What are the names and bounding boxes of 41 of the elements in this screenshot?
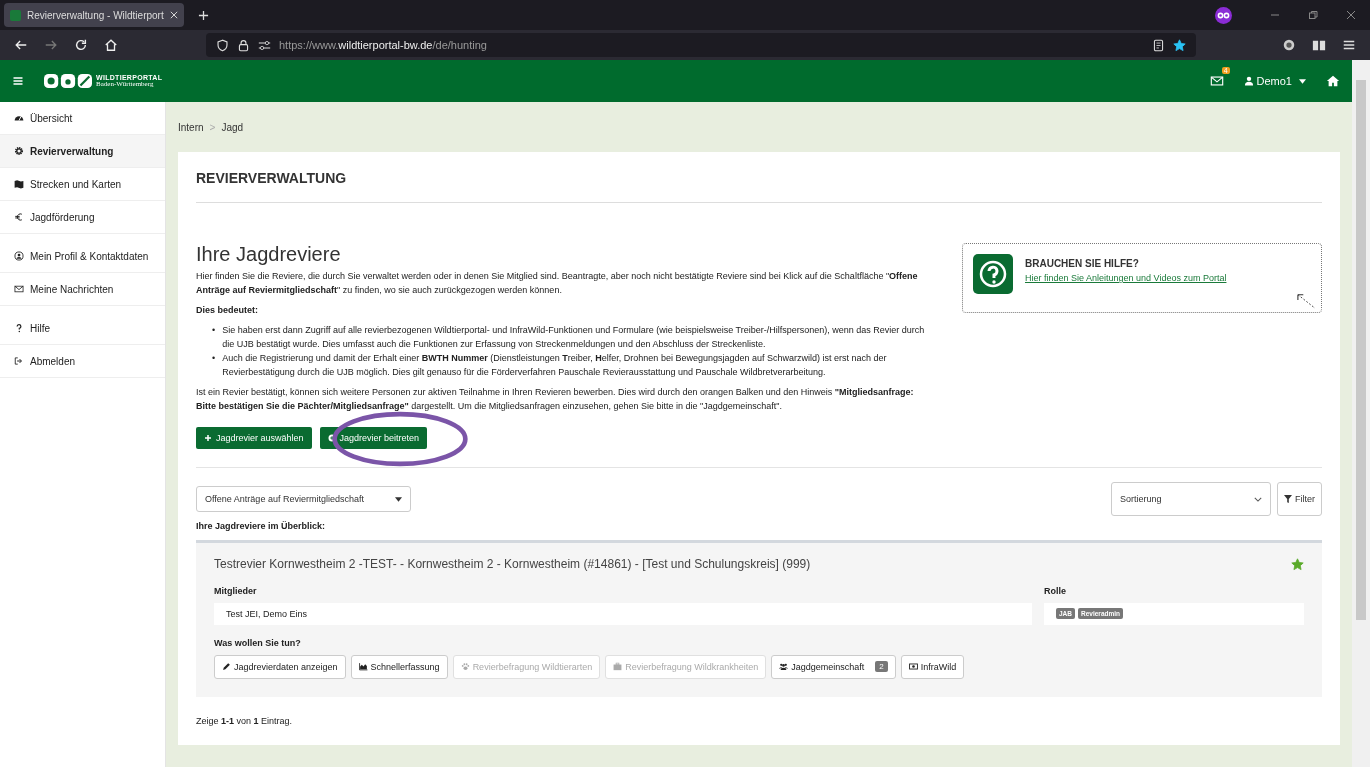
revier-action-button[interactable]: InfraWild xyxy=(900,654,965,679)
bullet-marker: • xyxy=(212,323,216,337)
role-label: Rolle xyxy=(1044,585,1067,599)
sort-select[interactable]: Sortierung xyxy=(1111,482,1271,517)
sidebar-item[interactable]: Mein Profil & Kontaktdaten xyxy=(0,240,165,273)
intro-paragraph: Hier finden Sie die Reviere, die durch Sie verwaltet werden oder in denen Sie Mitglied sind. Beantragte, aber noch nicht bestätigte Reviere sind bei Klick auf die Schaltfläche "Offene Anträge auf Reviermitgliedschaft" zu finden, wo sie auch zurückgezogen werden können. xyxy=(196,270,919,297)
pagination-info: Zeige 1-1 von 1 Eintrag. xyxy=(196,714,294,728)
filter-button[interactable]: Filter xyxy=(1277,482,1322,517)
sidebar-item[interactable]: Strecken und Karten xyxy=(0,168,165,201)
page-title: REVIERVERWALTUNG xyxy=(196,170,1322,203)
section-title: Ihre Jagdreviere xyxy=(196,243,342,266)
note-paragraph: Ist ein Revier bestätigt, können sich weitere Personen zur aktiven Teilnahme in Ihren Revieren bewerben. Dies wird durch den orangen Balken und den Hinweis "Mitgliedsanfrage: Bitte bestätigen Sie die Pächter/Mitgliedsanfrage" dargestellt. Um die Mitgliedsanfragen einzusehen, gehen Sie bitte in die "Jagdgemeinschaft". xyxy=(196,385,915,413)
bullet-marker: • xyxy=(212,351,216,365)
meaning-heading: Dies bedeutet: xyxy=(196,303,259,317)
user-menu-button[interactable]: Demo1 xyxy=(1243,75,1306,87)
count-badge: 2 xyxy=(875,661,888,673)
breadcrumb-item[interactable]: Intern xyxy=(178,121,204,133)
members-label: Mitglieder xyxy=(214,585,258,599)
address-bar[interactable]: https://www.wildtierportal-bw.de/de/hunting xyxy=(206,33,1196,57)
revier-action-button[interactable]: Schnellerfassung xyxy=(350,654,448,679)
revier-title: Testrevier Kornwestheim 2 -TEST- - Kornwestheim 2 - Kornwestheim (#14861) - [Test und Schulungskreis] (999) xyxy=(214,557,811,572)
sidebar-item[interactable]: Meine Nachrichten xyxy=(0,273,165,306)
bullet-item: Sie haben erst dann Zugriff auf alle revierbezogenen Wildtierportal- und InfraWild-Funktionen und Formulare (wie beispielsweise Treiber-/Hilfspersonen), wenn das Revier durch die UJB bestätigt wurde. Dies umfasst auch die Funktionen zur Erfassung von Streckenmeldungen und den Abschluss der Streckenliste. xyxy=(222,323,926,351)
overview-label: Ihre Jagdreviere im Überblick: xyxy=(196,520,327,534)
bullet-item: Auch die Registrierung und damit der Erhalt einer BWTH Nummer (Dienstleistungen Treiber, Helfer, Drohnen bei Bewegungsjagden auf Schwarzwild) ist erst nach der Revierbestätigung durch die UJB möglich. Dies gilt genauso für die Förderverfahren Pauschale Revierausstattung und Pauschale Wildbretverarbeitung. xyxy=(222,351,888,379)
action-button[interactable]: Jagdrevier beitreten xyxy=(319,427,428,450)
sidebar-item[interactable]: Abmelden xyxy=(0,345,165,378)
sidebar-item[interactable]: Jagdförderung xyxy=(0,201,165,234)
help-link[interactable]: Hier finden Sie Anleitungen und Videos zum Portal xyxy=(1025,273,1227,283)
revier-action-button[interactable]: Jagdrevierdaten anzeigen xyxy=(214,654,346,679)
members-value: Test JEI, Demo Eins xyxy=(214,602,1032,625)
breadcrumb-item: Jagd xyxy=(221,121,244,133)
filter-dropdown[interactable]: Offene Anträge auf Reviermitgliedschaft xyxy=(196,486,411,513)
actions-label: Was wollen Sie tun? xyxy=(214,636,302,650)
help-title: BRAUCHEN SIE HILFE? xyxy=(1025,258,1140,269)
breadcrumb-separator: > xyxy=(209,121,216,133)
sidebar-item[interactable]: Hilfe xyxy=(0,312,165,345)
browser-tab[interactable]: Revierverwaltung - Wildtierport xyxy=(4,3,184,27)
revier-action-button[interactable]: Jagdgemeinschaft 2 xyxy=(771,654,896,679)
sidebar-item[interactable]: Revierverwaltung xyxy=(0,135,165,168)
action-button[interactable]: Jagdrevier auswählen xyxy=(196,427,312,450)
